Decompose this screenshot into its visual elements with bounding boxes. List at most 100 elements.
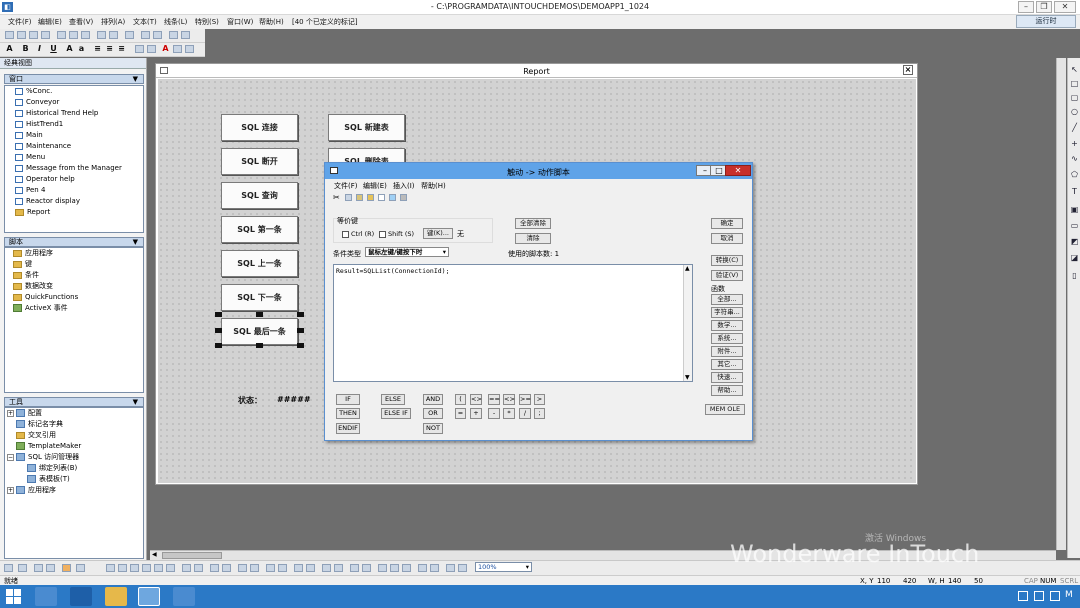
cascade-icon[interactable]	[46, 564, 55, 572]
window-item[interactable]: %Conc.	[15, 86, 52, 97]
operator-button[interactable]: +	[470, 408, 482, 419]
operator-button[interactable]: *	[503, 408, 515, 419]
scripts-section-header[interactable]: 脚本 ▼	[4, 237, 144, 247]
select-arrow-icon[interactable]: ↖	[1069, 64, 1080, 75]
window-item[interactable]: Operator help	[15, 174, 75, 185]
find-icon[interactable]	[367, 194, 374, 201]
scroll-left-icon[interactable]: ◀	[152, 551, 157, 558]
speaker-icon[interactable]	[1034, 591, 1044, 601]
bold-icon[interactable]: B	[21, 45, 30, 53]
collapse-icon[interactable]: −	[7, 453, 14, 461]
hand-icon[interactable]	[418, 564, 427, 572]
script-item[interactable]: 应用程序	[13, 248, 53, 259]
window-item[interactable]: HistTrend1	[15, 119, 63, 130]
menu-help[interactable]: 帮助(H)	[259, 17, 284, 27]
windowmaker-taskbar-icon[interactable]	[138, 587, 160, 606]
windows-start-icon[interactable]	[6, 589, 21, 604]
trend-icon[interactable]: ◩	[1069, 236, 1080, 247]
script-item[interactable]: 数据改变	[13, 281, 53, 292]
function-help-button[interactable]: 帮助...	[711, 385, 743, 396]
tool-item[interactable]: TemplateMaker	[16, 441, 81, 452]
font-smaller-icon[interactable]: a	[77, 45, 86, 53]
tray-icon[interactable]	[1018, 591, 1028, 601]
align-center-icon[interactable]	[118, 564, 127, 572]
align-right-icon[interactable]: ≡	[117, 45, 126, 53]
align-top-icon[interactable]	[142, 564, 151, 572]
clear-button[interactable]: 清除	[515, 233, 551, 244]
close-icon[interactable]: ✕	[725, 165, 751, 176]
paste-icon[interactable]	[356, 194, 363, 201]
bring-front-icon[interactable]	[238, 564, 247, 572]
server-manager-icon[interactable]	[35, 587, 57, 606]
keyword-else-button[interactable]: ELSE	[381, 394, 405, 405]
ctrl-checkbox[interactable]: Ctrl (R)	[342, 230, 374, 238]
script-editor[interactable]: Result=SQLList(ConnectionId); ▲ ▼	[333, 264, 693, 382]
window-item[interactable]: Pen 4	[15, 185, 45, 196]
font-icon[interactable]: A	[5, 45, 14, 53]
send-back-icon[interactable]	[250, 564, 259, 572]
italic-icon[interactable]: I	[35, 45, 44, 53]
unlink-icon[interactable]	[362, 564, 371, 572]
keyword-endif-button[interactable]: ENDIF	[336, 423, 360, 434]
operator-button[interactable]: >	[534, 394, 545, 405]
tile-icon[interactable]	[34, 564, 43, 572]
undo-icon[interactable]	[97, 31, 106, 39]
copy-icon[interactable]	[69, 31, 78, 39]
hv-line-icon[interactable]: +	[1069, 138, 1080, 149]
button-icon[interactable]: ▭	[1069, 220, 1080, 231]
window-item[interactable]: Menu	[15, 152, 45, 163]
paste-icon[interactable]	[81, 31, 90, 39]
operator-button[interactable]: =	[455, 408, 466, 419]
function-quick-button[interactable]: 快速...	[711, 372, 743, 383]
window-item[interactable]: Main	[15, 130, 43, 141]
key-button[interactable]: 键(K)...	[423, 228, 453, 239]
tools-section-header[interactable]: 工具 ▼	[4, 397, 144, 407]
input-method-icon[interactable]: M	[1065, 590, 1073, 600]
validate-button[interactable]: 验证(V)	[711, 270, 743, 281]
scroll-thumb[interactable]	[162, 552, 222, 559]
align-middle-icon[interactable]	[154, 564, 163, 572]
space-horizontal-icon[interactable]	[182, 564, 191, 572]
cut-icon[interactable]: ✂	[333, 193, 340, 202]
break-cell-icon[interactable]	[222, 564, 231, 572]
wizard-icon[interactable]: ▯	[1069, 270, 1080, 281]
underline-icon[interactable]: U	[49, 45, 58, 53]
close-button[interactable]: ✕	[1054, 1, 1076, 13]
grid-icon[interactable]	[181, 31, 190, 39]
align-right-icon[interactable]	[130, 564, 139, 572]
selection-handle[interactable]	[215, 343, 222, 348]
refresh-icon[interactable]	[446, 564, 455, 572]
expand-icon[interactable]: +	[7, 409, 14, 417]
tool-item[interactable]: 交叉引用	[16, 430, 56, 441]
window-item[interactable]: Maintenance	[15, 141, 71, 152]
selection-handle[interactable]	[215, 328, 222, 333]
font-bigger-icon[interactable]: A	[65, 45, 74, 53]
replace-icon[interactable]	[389, 194, 396, 201]
clear-all-button[interactable]: 全部清除	[515, 218, 551, 229]
dialog-menu-help[interactable]: 帮助(H)	[421, 181, 446, 191]
historical-trend-icon[interactable]: ◪	[1069, 252, 1080, 263]
operator-button[interactable]: <>	[503, 394, 515, 405]
polyline-icon[interactable]: ∿	[1069, 153, 1080, 164]
function-addon-button[interactable]: 附件...	[711, 346, 743, 357]
convert-button[interactable]: 转换(C)	[711, 255, 743, 266]
sql-disconnect-button[interactable]: SQL 断开	[221, 148, 298, 175]
selection-handle[interactable]	[297, 312, 304, 317]
keyword-if-button[interactable]: IF	[336, 394, 360, 405]
keyword-then-button[interactable]: THEN	[336, 408, 360, 419]
operator-button[interactable]: /	[519, 408, 531, 419]
duplicate-icon[interactable]	[125, 31, 134, 39]
keyword-and-button[interactable]: AND	[423, 394, 443, 405]
sql-query-button[interactable]: SQL 查询	[221, 182, 298, 209]
selection-handle[interactable]	[297, 328, 304, 333]
shift-checkbox[interactable]: Shift (S)	[379, 230, 414, 238]
minimize-button[interactable]: –	[1018, 1, 1034, 13]
cancel-button[interactable]: 取消	[711, 233, 743, 244]
window-item[interactable]: Report	[15, 207, 50, 218]
text-color-icon[interactable]: A	[161, 45, 170, 53]
tool-item[interactable]: − SQL 访问管理器	[7, 452, 79, 463]
selection-handle[interactable]	[297, 343, 304, 348]
sql-first-button[interactable]: SQL 第一条	[221, 216, 298, 243]
tool-item[interactable]: 标记名字典	[16, 419, 63, 430]
window-icon[interactable]	[378, 194, 385, 201]
